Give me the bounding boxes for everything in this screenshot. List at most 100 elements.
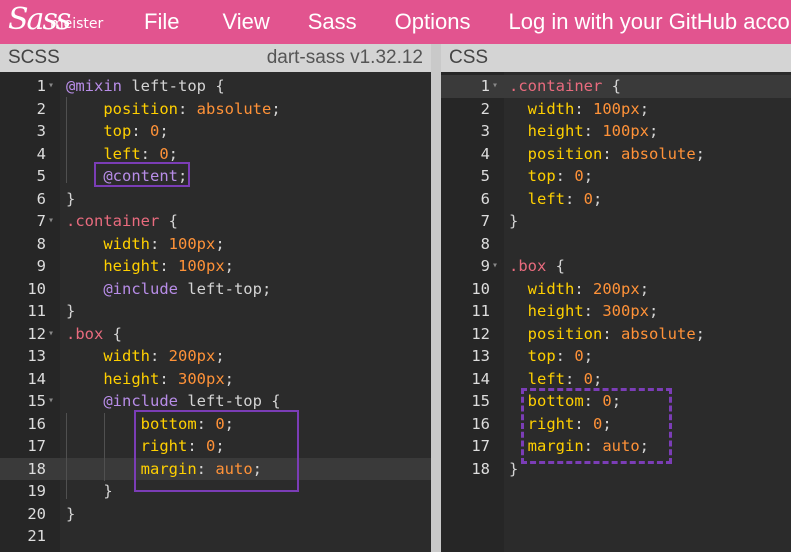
code-line[interactable]: 1 ▾ @mixin left-top {	[0, 75, 431, 98]
code-token: :	[602, 144, 621, 163]
code-line[interactable]: 6 left: 0;	[441, 188, 791, 211]
code-line[interactable]: 21	[0, 525, 431, 548]
menu-github-login[interactable]: Log in with your GitHub account	[509, 9, 791, 35]
sassmeister-logo[interactable]: Sass meister	[0, 0, 128, 44]
fold-arrow-icon[interactable]: ▾	[492, 75, 498, 98]
code-token: absolute	[621, 144, 696, 163]
line-number: 17	[471, 437, 490, 455]
fold-arrow-icon[interactable]: ▾	[48, 75, 54, 98]
line-number: 16	[471, 414, 490, 433]
code-token: left-top {	[122, 77, 225, 95]
code-token: :	[555, 347, 575, 365]
fold-arrow-icon[interactable]: ▾	[48, 210, 54, 233]
code-token: ;	[593, 369, 603, 388]
code-line[interactable]: 9 ▾ .box {	[441, 255, 791, 278]
code-line[interactable]: 12 ▾ .box {	[0, 323, 431, 346]
code-token: left	[527, 189, 565, 208]
code-token: left	[527, 369, 565, 388]
line-number: 9	[36, 257, 46, 275]
fold-arrow-icon[interactable]: ▾	[492, 255, 498, 278]
code-line[interactable]: 8	[441, 233, 791, 256]
code-line[interactable]: 4 position: absolute;	[441, 143, 791, 166]
code-token: ;	[649, 302, 659, 320]
code-token: ;	[649, 122, 659, 140]
code-line[interactable]: 8 width: 100px;	[0, 233, 431, 256]
code-text: left: 0;	[509, 368, 603, 391]
code-line[interactable]: 3 top: 0;	[0, 120, 431, 143]
line-number: 18	[0, 457, 46, 480]
code-token: 100px	[602, 122, 650, 140]
code-token: }	[66, 302, 76, 320]
code-line[interactable]: 6}	[0, 188, 431, 211]
line-number: 19	[27, 482, 46, 500]
code-line[interactable]: 2 position: absolute;	[0, 98, 431, 121]
code-line[interactable]: 2 width: 100px;	[441, 98, 791, 121]
code-text: width: 200px;	[509, 278, 649, 301]
compiler-version-select[interactable]: dart-sass v1.32.12	[267, 47, 423, 69]
code-text: @include left-top;	[66, 278, 271, 301]
line-number: 7	[36, 212, 46, 230]
code-line[interactable]: 7 ▾ .container {	[0, 210, 431, 233]
code-line[interactable]: 13 top: 0;	[441, 345, 791, 368]
line-number: 8	[480, 234, 490, 253]
code-line[interactable]: 10 @include left-top;	[0, 278, 431, 301]
indent-guide	[66, 97, 67, 183]
code-line[interactable]: 4 left: 0;	[0, 143, 431, 166]
pane-divider[interactable]	[431, 44, 441, 552]
code-token: ;	[215, 234, 225, 253]
code-token: .container	[509, 77, 603, 95]
code-token: ;	[583, 167, 594, 185]
line-number: 8	[36, 234, 46, 253]
code-line[interactable]: 12 position: absolute;	[441, 323, 791, 346]
code-text: height: 100px;	[509, 120, 659, 143]
fold-arrow-icon[interactable]: ▾	[48, 323, 54, 346]
code-token: :	[555, 167, 575, 185]
code-token: left-top;	[177, 279, 272, 298]
code-line[interactable]: 20}	[0, 503, 431, 526]
code-line[interactable]: 11}	[0, 300, 431, 323]
code-token: height	[103, 369, 160, 388]
code-line[interactable]: 14 height: 300px;	[0, 368, 431, 391]
menu-sass[interactable]: Sass	[308, 9, 357, 35]
menu-file[interactable]: File	[144, 9, 179, 35]
code-token: 300px	[602, 302, 650, 320]
line-number: 3	[480, 122, 490, 140]
code-text: top: 0;	[66, 120, 168, 143]
line-number: 5	[36, 167, 46, 185]
code-token: ;	[639, 99, 650, 118]
menu-view[interactable]: View	[222, 9, 269, 35]
scss-pane-title: SCSS	[8, 47, 60, 68]
code-line[interactable]: 9 height: 100px;	[0, 255, 431, 278]
code-token: 0	[574, 167, 584, 185]
code-line[interactable]: 11 height: 300px;	[441, 300, 791, 323]
code-line[interactable]: 5 top: 0;	[441, 165, 791, 188]
code-line[interactable]: 5 @content;	[0, 165, 431, 188]
code-line[interactable]: 10 width: 200px;	[441, 278, 791, 301]
line-number: 6	[480, 189, 490, 208]
code-line[interactable]: 1 ▾ .container {	[441, 75, 791, 98]
css-pane-title: CSS	[449, 47, 489, 68]
code-line[interactable]: 3 height: 100px;	[441, 120, 791, 143]
code-token: top	[103, 122, 132, 140]
code-token: :	[583, 302, 603, 320]
scss-editor[interactable]: 1 ▾ @mixin left-top {2 position: absolute;…	[0, 72, 431, 552]
menu-options[interactable]: Options	[395, 9, 471, 35]
code-line[interactable]: 14 left: 0;	[441, 368, 791, 391]
code-line[interactable]: 13 width: 200px;	[0, 345, 431, 368]
css-editor[interactable]: 1 ▾ .container {2 width: 100px; 3 height: 1…	[441, 72, 791, 552]
code-token: left	[103, 144, 141, 163]
code-line[interactable]: 7}	[441, 210, 791, 233]
code-text: position: absolute;	[509, 323, 705, 346]
code-text: .container {	[66, 210, 178, 233]
code-text: width: 200px;	[66, 345, 224, 368]
line-number: 15	[27, 392, 46, 410]
fold-arrow-icon[interactable]: ▾	[48, 390, 54, 413]
